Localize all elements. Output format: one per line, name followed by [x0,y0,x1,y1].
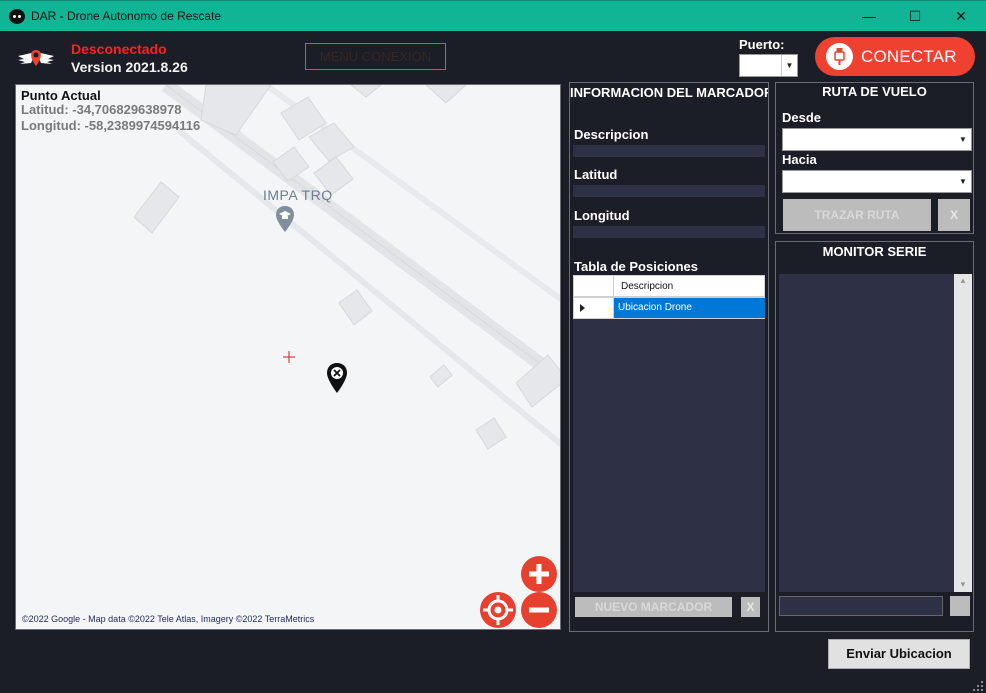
route-panel-title: RUTA DE VUELO [822,84,927,99]
usb-icon [826,43,853,70]
minimize-button[interactable]: — [846,1,892,32]
enviar-ubicacion-button[interactable]: Enviar Ubicacion [828,639,970,669]
clear-route-button[interactable]: X [938,199,970,231]
title-bar: DAR - Drone Autonomo de Rescate — ☐ ✕ [0,0,986,31]
maximize-button[interactable]: ☐ [892,1,938,32]
row-header[interactable] [574,298,614,318]
marker-info-panel: INFORMACION DEL MARCADOR Descripcion Lat… [569,82,769,632]
serial-output[interactable]: ▲ ▼ [779,274,972,592]
zoom-in-button[interactable] [521,556,557,592]
serial-input[interactable] [779,596,943,616]
chevron-down-icon: ▼ [781,55,797,76]
longitud-label: Longitud [574,208,630,223]
crosshair-icon [283,351,295,363]
poi-label: IMPA TRQ [263,187,333,203]
serial-send-button[interactable] [950,596,970,616]
table-corner [574,276,614,296]
current-longitude: Longitud: -58,2389974594116 [21,118,201,133]
chevron-down-icon[interactable]: ▼ [954,578,972,592]
desde-select[interactable]: ▼ [782,128,972,151]
longitud-field[interactable] [573,226,765,238]
chevron-down-icon: ▼ [959,177,967,186]
delete-marker-button[interactable]: X [741,597,760,617]
map-view[interactable]: Punto Actual Latitud: -34,706829638978 L… [15,84,561,630]
connection-status: Desconectado [71,41,167,57]
positions-table[interactable]: Descripcion Ubicacion Drone [573,275,765,592]
zoom-in-icon [529,564,549,584]
menu-conexion-button[interactable]: MENU CONEXION [305,43,446,70]
zoom-out-button[interactable] [521,592,557,628]
window-title: DAR - Drone Autonomo de Rescate [31,9,222,23]
map-copyright: ©2022 Google - Map data ©2022 Tele Atlas… [22,614,315,624]
trazar-ruta-button[interactable]: TRAZAR RUTA [783,199,931,231]
chevron-down-icon: ▼ [959,135,967,144]
flight-route-panel: RUTA DE VUELO Desde ▼ Hacia ▼ TRAZAR RUT… [775,82,974,234]
puerto-label: Puerto: [739,37,785,52]
drone-logo-icon [18,50,54,66]
school-pin-icon[interactable] [275,205,295,233]
table-row[interactable]: Ubicacion Drone [573,297,765,319]
puerto-select[interactable]: ▼ [739,54,798,77]
locate-button[interactable] [480,592,516,628]
locate-icon [483,595,513,625]
desde-label: Desde [782,110,822,125]
hacia-select[interactable]: ▼ [782,170,972,193]
drone-marker-icon[interactable] [326,362,348,394]
serial-monitor-panel: MONITOR SERIE ▲ ▼ [775,241,974,632]
current-row-arrow-icon [580,304,585,312]
latitud-label: Latitud [574,167,618,182]
positions-table-title: Tabla de Posiciones [574,259,699,274]
column-header-descripcion[interactable]: Descripcion [621,281,673,292]
table-header: Descripcion [573,275,765,297]
table-cell[interactable]: Ubicacion Drone [614,298,765,318]
latitud-field[interactable] [573,185,765,197]
conectar-button[interactable]: CONECTAR [815,37,975,76]
close-button[interactable]: ✕ [938,1,984,32]
scrollbar[interactable]: ▲ ▼ [954,274,972,592]
chevron-up-icon[interactable]: ▲ [954,274,972,288]
zoom-out-icon [529,607,549,613]
nuevo-marcador-button[interactable]: NUEVO MARCADOR [575,597,732,617]
info-panel-title: INFORMACION DEL MARCADOR [570,85,769,100]
app-icon [9,9,25,24]
version-label: Version 2021.8.26 [71,59,188,75]
descripcion-label: Descripcion [574,127,649,142]
current-point-title: Punto Actual [21,88,101,103]
conectar-label: CONECTAR [861,47,957,66]
hacia-label: Hacia [782,152,817,167]
resize-grip-icon[interactable] [972,680,984,692]
descripcion-field[interactable] [573,145,765,157]
monitor-panel-title: MONITOR SERIE [822,244,927,259]
current-latitude: Latitud: -34,706829638978 [21,102,182,117]
